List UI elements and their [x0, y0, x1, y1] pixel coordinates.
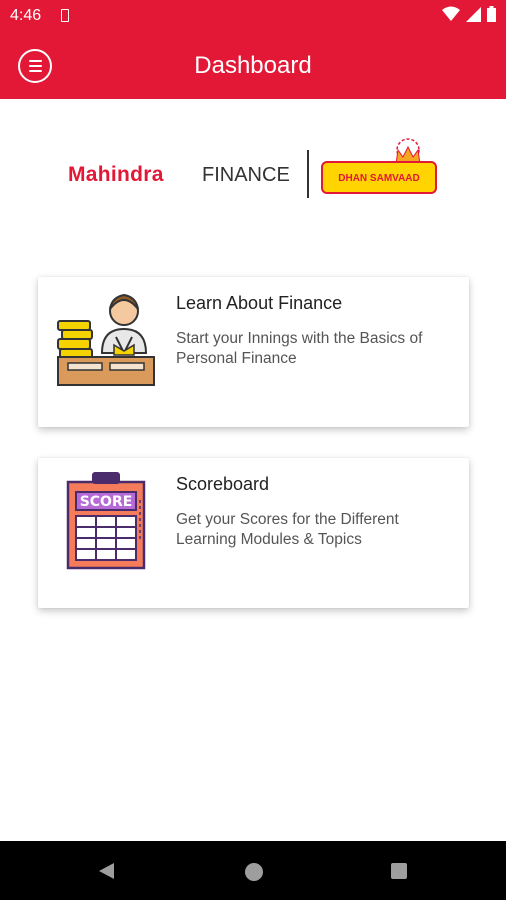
card-description: Get your Scores for the Different Learni…	[176, 511, 399, 548]
scoreboard-card[interactable]: SCORE Scoreboard Get your Scores for the…	[38, 458, 469, 608]
status-icons	[442, 6, 496, 22]
battery-icon	[487, 6, 496, 22]
dhan-samvaad-badge: DHAN SAMVAAD	[321, 161, 437, 194]
navigation-bar	[0, 841, 506, 900]
status-time: 4:46	[10, 7, 42, 24]
app-bar: Dashboard	[0, 33, 506, 99]
signal-icon	[466, 6, 481, 22]
wifi-icon	[442, 6, 460, 21]
status-bar: 4:46	[0, 0, 506, 33]
sim-card-icon	[61, 9, 69, 22]
card-title: Learn About Finance	[176, 293, 343, 313]
brand-logo: Mahindra FINANCE DHAN SAMVAAD	[68, 138, 443, 203]
card-title: Scoreboard	[176, 474, 270, 494]
card-description: Start your Innings with the Basics of Pe…	[176, 330, 423, 367]
recents-icon[interactable]	[390, 862, 408, 880]
mahindra-logo: Mahindra	[68, 163, 164, 186]
home-icon[interactable]	[244, 862, 264, 882]
back-icon[interactable]	[96, 861, 116, 881]
finance-text: FINANCE	[202, 164, 290, 186]
score-clipboard-icon: SCORE	[66, 472, 146, 570]
score-label: SCORE	[80, 494, 133, 510]
page-title: Dashboard	[194, 52, 312, 79]
learn-about-finance-card[interactable]: Learn About Finance Start your Innings w…	[38, 277, 469, 427]
dhan-text: DHAN	[338, 173, 368, 184]
logo-divider	[307, 150, 309, 198]
teacher-books-icon	[57, 293, 155, 386]
samvaad-text: SAMVAAD	[369, 173, 420, 184]
